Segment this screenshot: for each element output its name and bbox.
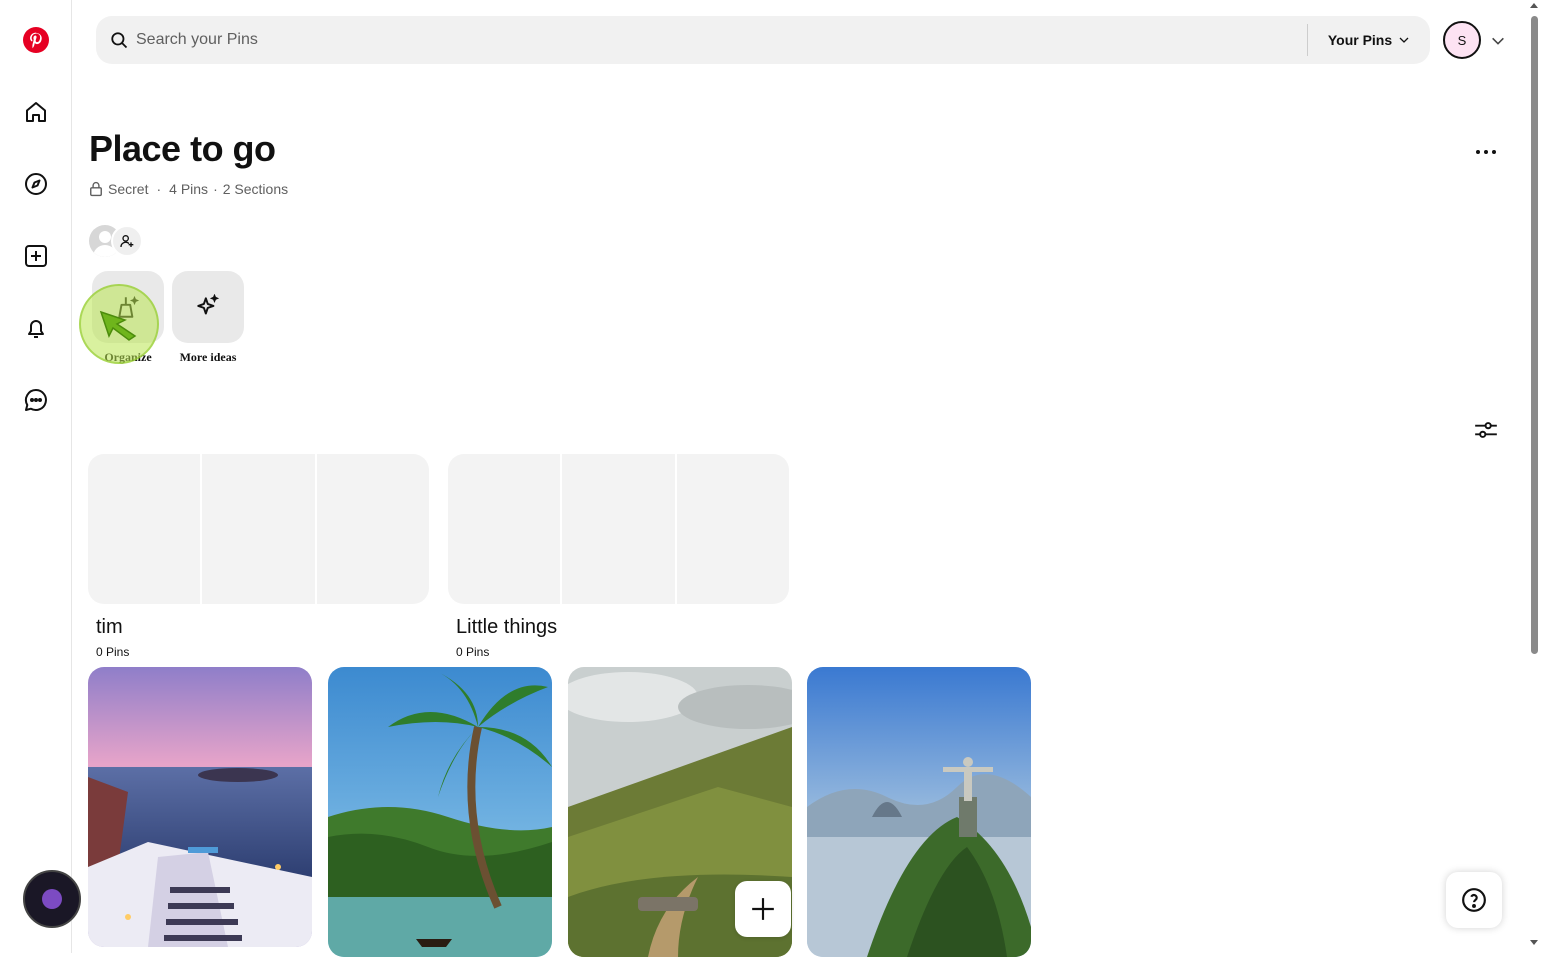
section-card-little-things[interactable] <box>448 454 789 604</box>
explore-compass-icon[interactable] <box>20 168 52 200</box>
add-person-icon <box>120 235 134 248</box>
avatar-initial: S <box>1457 32 1467 48</box>
help-button[interactable] <box>1446 872 1502 928</box>
plus-icon <box>752 898 774 920</box>
scroll-down-arrow-icon[interactable] <box>1530 940 1538 945</box>
search-bar: Your Pins <box>96 16 1430 64</box>
messages-icon[interactable] <box>20 384 52 416</box>
lock-icon <box>90 181 102 197</box>
dot-icon <box>1476 150 1480 154</box>
meta-separator: · <box>156 181 162 197</box>
search-input[interactable] <box>136 16 1296 64</box>
board-meta: Secret · 4 Pins · 2 Sections <box>89 181 288 197</box>
section-count: 0 Pins <box>456 645 490 659</box>
left-sidebar <box>0 0 72 953</box>
user-avatar[interactable]: S <box>1443 21 1481 59</box>
pin-santorini[interactable] <box>88 667 312 947</box>
screen-recorder-button[interactable] <box>23 870 81 928</box>
help-question-icon <box>1462 888 1486 912</box>
meta-separator: · <box>213 181 218 197</box>
scroll-up-arrow-icon[interactable] <box>1530 3 1538 8</box>
board-sections-count: 2 Sections <box>222 181 289 197</box>
board-pins-count: 4 Pins <box>169 181 209 197</box>
sparkle-icon <box>197 294 220 315</box>
pin-image <box>328 667 552 957</box>
section-count: 0 Pins <box>96 645 130 659</box>
search-scope-dropdown[interactable]: Your Pins <box>1318 16 1420 64</box>
filter-button[interactable] <box>1470 414 1502 446</box>
board-privacy: Secret <box>108 181 149 197</box>
pin-image <box>88 667 312 947</box>
record-dot-icon <box>42 889 62 909</box>
chevron-down-icon <box>1399 37 1409 43</box>
more-ideas-label: More ideas <box>179 350 237 364</box>
divider <box>1307 24 1308 56</box>
scrollbar-thumb[interactable] <box>1531 16 1538 654</box>
search-icon <box>111 32 128 49</box>
page-scrollbar[interactable] <box>1527 0 1541 953</box>
pin-christ-the-redeemer[interactable] <box>807 667 1031 957</box>
organize-broom-icon <box>118 295 140 318</box>
section-name: tim <box>96 616 123 638</box>
pin-palm-tree[interactable] <box>328 667 552 957</box>
filter-sliders-icon <box>1475 422 1497 438</box>
pin-image <box>807 667 1031 957</box>
search-scope-label: Your Pins <box>1327 32 1393 48</box>
organize-label: Organize <box>104 350 152 364</box>
add-pin-button[interactable] <box>735 881 791 937</box>
board-title: Place to go <box>89 128 276 169</box>
create-plus-icon[interactable] <box>20 240 52 272</box>
organize-button[interactable] <box>92 271 164 343</box>
board-options-button[interactable] <box>1470 136 1502 168</box>
account-menu-chevron-icon[interactable] <box>1490 33 1506 49</box>
section-card-tim[interactable] <box>88 454 429 604</box>
home-icon[interactable] <box>20 96 52 128</box>
notifications-bell-icon[interactable] <box>20 312 52 344</box>
pinterest-logo-icon[interactable] <box>20 24 52 56</box>
dot-icon <box>1492 150 1496 154</box>
more-ideas-button[interactable] <box>172 271 244 343</box>
add-collaborator-button[interactable] <box>111 225 143 257</box>
dot-icon <box>1484 150 1488 154</box>
section-name: Little things <box>456 616 558 638</box>
